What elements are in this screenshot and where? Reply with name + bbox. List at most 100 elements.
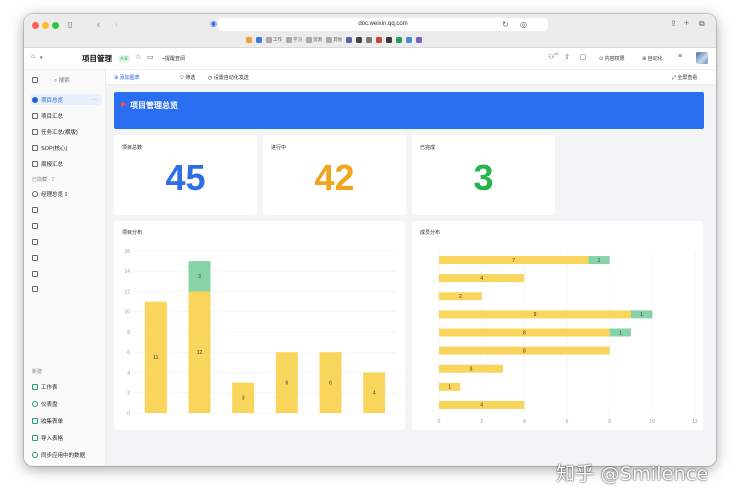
share-badge: 共享 — [118, 55, 130, 63]
sidebar-collapse-icon[interactable] — [32, 77, 38, 83]
extension-icon[interactable]: ◎ — [520, 20, 527, 30]
filter-button[interactable]: ▽ 筛选 — [180, 74, 195, 81]
sidebar-item-overview[interactable]: 项目总览 ··· — [30, 94, 102, 105]
menu-icon[interactable]: ≡ — [678, 53, 682, 60]
remind-button[interactable]: ⌁提醒查阅 — [162, 55, 185, 62]
y-tick-label: 12 — [124, 289, 130, 295]
sidebar-item-hidden[interactable] — [30, 268, 102, 279]
sidebar-item-manager-overview[interactable]: 经理总览 1 — [30, 188, 102, 199]
bookmark-favicon[interactable] — [366, 37, 372, 43]
stat-card-in-progress[interactable]: 进行中 42 — [263, 135, 406, 215]
bookmark-folder[interactable]: 学习 — [286, 37, 302, 43]
more-icon[interactable]: ··· — [93, 97, 99, 103]
x-tick-label: 2 — [480, 419, 483, 425]
stat-label: 已完成 — [420, 145, 436, 151]
sidebar-item-hidden[interactable] — [30, 220, 102, 231]
bookmark-favicon[interactable] — [406, 37, 412, 43]
auto-send-button[interactable]: ◷ 设置自动化发送 — [208, 74, 249, 81]
privacy-shield-icon[interactable]: ◉ — [210, 19, 217, 29]
x-tick-label: 12 — [692, 419, 698, 425]
import-table-button[interactable]: 导入表格 — [30, 432, 102, 443]
y-tick-label: 10 — [124, 310, 130, 316]
x-tick-label: 8 — [608, 419, 611, 425]
bar-data-label: 1 — [598, 258, 601, 264]
flag-icon — [121, 102, 127, 107]
tab-overview-icon[interactable]: ⧉ — [699, 19, 705, 29]
sidebar-item-project-summary[interactable]: 项目汇总 — [30, 110, 102, 121]
sidebar-item-hidden[interactable] — [30, 204, 102, 215]
hidden-section-label[interactable]: 已隐藏 · 7 — [32, 176, 54, 183]
forward-arrow-icon[interactable]: › — [115, 20, 118, 30]
bookmark-favicon[interactable] — [386, 37, 392, 43]
share-icon[interactable]: ⇪ — [670, 19, 677, 29]
form-icon — [32, 417, 38, 424]
stat-label: 进行中 — [271, 145, 287, 151]
star-icon[interactable]: ☆ — [135, 53, 141, 61]
sidebar-item-task-summary[interactable]: 任务汇总(横版) — [30, 126, 102, 137]
address-bar[interactable]: doc.weixin.qq.com — [218, 18, 548, 31]
sidebar-search[interactable]: ⌕ 搜索 — [54, 76, 70, 85]
home-icon[interactable]: ⌂ — [31, 53, 35, 60]
x-tick-label: 4 — [523, 419, 526, 425]
bookmark-favicon[interactable] — [246, 37, 252, 43]
permission-button[interactable]: ⊙ 内容权限 — [599, 55, 625, 62]
stat-value: 3 — [473, 157, 494, 198]
new-dashboard-button[interactable]: 仪表盘 — [30, 398, 102, 409]
bar-data-label: 4 — [373, 391, 376, 397]
bar-data-label: 3 — [198, 274, 201, 280]
sidebar-item-hidden[interactable] — [30, 252, 102, 263]
chart-card-member-distribution[interactable]: 成员分布 0 2 4 6 8 10 12 7 1 4 2 9 1 8 1 8 3 1 4 — [412, 221, 703, 430]
new-form-button[interactable]: 收集表单 — [30, 415, 102, 426]
stat-card-completed[interactable]: 已完成 3 — [412, 135, 555, 215]
new-section-label: 新建 — [32, 369, 43, 375]
sheet-icon — [32, 270, 38, 277]
sheet-icon — [32, 383, 38, 390]
bookmark-favicon[interactable] — [376, 37, 382, 43]
bar-data-label: 11 — [153, 355, 158, 361]
sheet-icon — [32, 128, 38, 135]
dashboard-icon — [32, 96, 38, 103]
sheet-icon — [32, 238, 38, 245]
bookmark-favicon[interactable] — [396, 37, 402, 43]
doc-title[interactable]: 项目管理 — [82, 53, 112, 64]
bookmark-folder[interactable]: 其他 — [326, 37, 342, 43]
add-chart-button[interactable]: ⊕ 添加图表 — [114, 74, 140, 81]
sheet-icon — [32, 144, 38, 151]
new-sheet-button[interactable]: 工作表 — [30, 381, 102, 392]
back-arrow-icon[interactable]: ‹ — [97, 20, 100, 30]
new-tab-icon[interactable]: + — [684, 18, 689, 28]
close-window-button[interactable] — [32, 22, 39, 29]
avatar[interactable] — [696, 52, 708, 64]
sidebar-item-hidden[interactable] — [30, 236, 102, 247]
bar-data-label: 8 — [523, 330, 526, 336]
sidebar-toggle-icon[interactable]: ▯ — [68, 20, 72, 30]
comment-icon[interactable]: ▢ — [580, 53, 587, 61]
bookmark-folder[interactable]: 工作 — [266, 37, 282, 43]
automation-button[interactable]: ⊕ 自动化 — [642, 55, 663, 62]
fullscreen-button[interactable]: ⤢ 全屏查看 — [672, 74, 697, 81]
chevron-down-icon[interactable]: ▾ — [40, 55, 43, 61]
x-tick-label: 6 — [566, 419, 569, 425]
maximize-window-button[interactable] — [52, 22, 59, 29]
bookmark-favicon[interactable] — [356, 37, 362, 43]
dashboard-icon — [32, 400, 38, 407]
bookmark-favicon[interactable] — [416, 37, 422, 43]
sidebar-item-weekly-report[interactable]: 周报汇总 — [30, 158, 102, 169]
y-tick-label: 16 — [124, 249, 130, 255]
bar-data-label: 9 — [534, 312, 537, 318]
sheet-icon — [32, 160, 38, 167]
stat-card-total[interactable]: 项目总数 45 — [114, 135, 257, 215]
bookmark-folder[interactable]: 资源 — [306, 37, 322, 43]
y-tick-label: 14 — [124, 269, 130, 275]
bookmark-favicon[interactable] — [346, 37, 352, 43]
upload-icon[interactable]: ⇧ — [564, 53, 570, 61]
bookmark-favicon[interactable] — [256, 37, 262, 43]
chart-card-project-distribution[interactable]: 项目分布 0 2 4 6 8 10 12 14 16 11 12 3 3 6 6 4 — [114, 221, 405, 430]
sidebar-item-sop[interactable]: SOP(核心) — [30, 142, 102, 153]
sheet-icon — [32, 222, 38, 229]
reload-icon[interactable]: ↻ — [502, 20, 509, 30]
minimize-window-button[interactable] — [42, 22, 49, 29]
sidebar-item-hidden[interactable] — [30, 283, 102, 294]
sync-data-button[interactable]: 同步应用中的数据 — [30, 449, 102, 460]
folder-icon[interactable]: ▭ — [147, 53, 154, 61]
